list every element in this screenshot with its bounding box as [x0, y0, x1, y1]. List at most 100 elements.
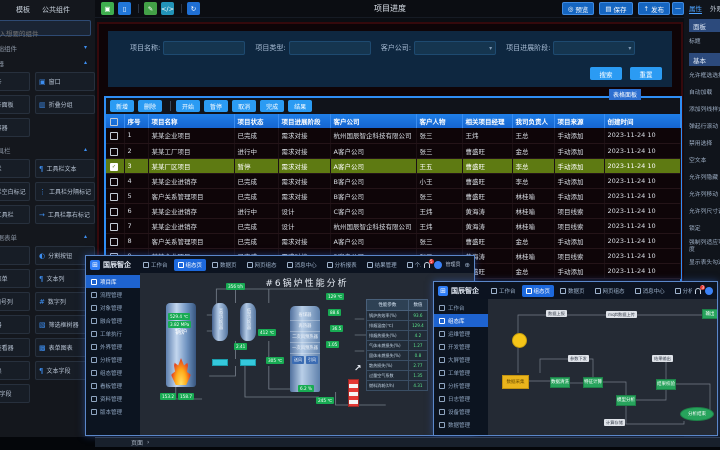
- bell-icon[interactable]: 5: [424, 262, 430, 268]
- menu-item[interactable]: 数据页: [556, 285, 589, 297]
- table-row[interactable]: 5 客户关系管理项目 已完成 需求对接 B客户公司 张三 曹盛旺 林桂喻 手动添…: [106, 188, 680, 203]
- table-toolbar-button[interactable]: 结果: [288, 100, 312, 112]
- component-item[interactable]: ¶ 文本域字段: [0, 384, 30, 403]
- table-row[interactable]: 4 某某企业进销存 已完成 需求对接 B客户公司 小王 曹盛旺 李总 手动添加 …: [106, 173, 680, 188]
- sidebar-item[interactable]: 版本管理: [86, 405, 140, 418]
- component-item[interactable]: ▥ 字段集: [0, 361, 30, 380]
- component-item[interactable]: ▦ 卡片容器: [0, 118, 30, 137]
- sidebar-item[interactable]: 数据管理: [434, 418, 488, 431]
- sidebar-item[interactable]: 工单管理: [434, 366, 488, 379]
- toolbar-icon[interactable]: </>: [161, 2, 174, 15]
- sidebar-item[interactable]: 日志管理: [434, 392, 488, 405]
- column-header[interactable]: 我司负责人: [512, 114, 554, 128]
- breadcrumb[interactable]: 页面: [131, 438, 143, 447]
- tab-public-components[interactable]: 公共组件: [42, 5, 70, 15]
- column-header[interactable]: 相关项目经理: [462, 114, 512, 128]
- flow-node[interactable]: 分析结束: [680, 407, 714, 421]
- component-item[interactable]: ◉ 按钮: [0, 246, 30, 265]
- row-checkbox[interactable]: [106, 233, 124, 248]
- flow-node[interactable]: 数据采集: [502, 375, 529, 389]
- sidebar-item[interactable]: 大屏管理: [434, 353, 488, 366]
- desuperheater-right[interactable]: [240, 359, 256, 366]
- sidebar-item[interactable]: 资产管理: [434, 431, 488, 435]
- menu-item[interactable]: 网页组态: [243, 259, 281, 271]
- flow-node[interactable]: 特征计算: [583, 377, 603, 388]
- table-toolbar-button[interactable]: 暂停: [204, 100, 228, 112]
- table-toolbar-button[interactable]: 完成: [260, 100, 284, 112]
- component-item[interactable]: ▦ 树容器: [0, 315, 30, 334]
- flow-node[interactable]: [512, 333, 527, 348]
- column-header[interactable]: 客户人物: [416, 114, 462, 128]
- row-checkbox[interactable]: [106, 143, 124, 158]
- group-header-form[interactable]: 数据表单 ▴: [0, 229, 93, 244]
- column-header[interactable]: 项目来源: [554, 114, 604, 128]
- flow-node[interactable]: 输出: [702, 309, 717, 319]
- row-checkbox[interactable]: [106, 128, 124, 143]
- sidebar-item[interactable]: 组态库: [434, 314, 488, 327]
- toolbar-icon[interactable]: ▯: [118, 2, 131, 15]
- menu-item[interactable]: 组态页: [522, 285, 555, 297]
- sidebar-item[interactable]: 流程管理: [86, 288, 140, 301]
- sidebar-item[interactable]: 融合管理: [86, 314, 140, 327]
- reset-button[interactable]: 重置: [630, 67, 662, 80]
- group-header-toolbar[interactable]: 工具栏 ▴: [0, 142, 93, 157]
- flowchart-window[interactable]: ⊞ 国辰智企 工作台组态页数据页网页组态消息中心分析报表结果管理个人中心 3 工…: [433, 281, 718, 436]
- action-button[interactable]: ◎ 预览: [562, 2, 595, 15]
- toolbar-icon[interactable]: ✎: [144, 2, 157, 15]
- sidebar-item[interactable]: 工单执行: [86, 327, 140, 340]
- table-row[interactable]: 7 某某企业进销存 已完成 设计 杭州国辰智企科技有限公司 王炜 黄海涛 林桂喻…: [106, 218, 680, 233]
- row-checkbox[interactable]: [106, 203, 124, 218]
- action-button[interactable]: ↑ 发布: [638, 2, 670, 15]
- sidebar-item[interactable]: 开发管理: [434, 340, 488, 353]
- row-checkbox[interactable]: [106, 173, 124, 188]
- menu-item[interactable]: 消息中心: [283, 259, 321, 271]
- menu-item[interactable]: 个人中心: [403, 259, 421, 271]
- flow-node[interactable]: 数据清洗: [550, 377, 570, 388]
- sidebar-item[interactable]: 组态管理: [86, 366, 140, 379]
- sidebar-item[interactable]: 项目库: [86, 275, 140, 288]
- component-item[interactable]: ▤ 下拉菜单: [0, 269, 30, 288]
- sidebar-item[interactable]: 运维管理: [434, 327, 488, 340]
- component-item[interactable]: ⋮ 工具栏分隔标记: [35, 182, 95, 201]
- superheater-high[interactable]: 高温过热器: [212, 303, 228, 341]
- sidebar-item[interactable]: 分析管理: [434, 379, 488, 392]
- row-checkbox[interactable]: [106, 158, 124, 173]
- sidebar-item[interactable]: 设备管理: [434, 405, 488, 418]
- menu-item[interactable]: 结果管理: [363, 259, 401, 271]
- row-checkbox[interactable]: [106, 188, 124, 203]
- project-type-input[interactable]: [289, 41, 371, 55]
- superheater-low[interactable]: 低温过热器: [240, 303, 256, 341]
- column-header[interactable]: 客户公司: [330, 114, 416, 128]
- flow-node[interactable]: 模型分析: [616, 395, 636, 406]
- search-button[interactable]: 搜索: [590, 67, 622, 80]
- properties-tab[interactable]: 外观: [710, 3, 720, 13]
- menu-item[interactable]: 组态页: [174, 259, 207, 271]
- sidebar-item[interactable]: 资料管理: [86, 392, 140, 405]
- tab-template[interactable]: 模板: [16, 5, 30, 15]
- toolbar-icon[interactable]: ↻: [187, 2, 200, 15]
- column-header[interactable]: 创建时间: [604, 114, 680, 128]
- table-row[interactable]: 3 某某厂区项目 暂停 需求对接 A客户公司 王五 曹盛旺 李总 手动添加 20…: [106, 158, 680, 173]
- component-item[interactable]: ▢ 选项卡: [0, 72, 30, 91]
- component-item[interactable]: ¶ 工具栏文本: [35, 159, 95, 178]
- component-search-input[interactable]: [0, 27, 90, 41]
- table-toolbar-button[interactable]: 删除: [138, 100, 162, 112]
- flow-node[interactable]: 结果校验: [656, 379, 676, 390]
- table-toolbar-button[interactable]: 取消: [232, 100, 256, 112]
- component-item[interactable]: ▣ 窗口: [35, 72, 95, 91]
- sidebar-item[interactable]: 对象管理: [86, 301, 140, 314]
- table-row[interactable]: 6 某某企业进销存 进行中 设计 C客户公司 王炜 黄海涛 林桂喻 项目线索 2…: [106, 203, 680, 218]
- sidebar-item[interactable]: 看板管理: [86, 379, 140, 392]
- progress-stage-select[interactable]: ▾: [553, 41, 635, 55]
- table-row[interactable]: 8 客户关系管理项目 已完成 需求对接 A客户公司 张三 曹盛旺 金总 手动添加…: [106, 233, 680, 248]
- bell-icon[interactable]: 3: [695, 288, 701, 294]
- component-item[interactable]: ▤ 选项卡面板: [0, 95, 30, 114]
- customer-company-select[interactable]: ▾: [414, 41, 496, 55]
- sidebar-item[interactable]: 分析管理: [86, 353, 140, 366]
- column-header[interactable]: 项目状态: [234, 114, 278, 128]
- table-toolbar-button[interactable]: 新增: [110, 100, 134, 112]
- column-header[interactable]: [106, 114, 124, 128]
- table-row[interactable]: 2 某某工厂项目 进行中 需求对接 A客户公司 张三 曹盛旺 金总 手动添加 2…: [106, 143, 680, 158]
- component-item[interactable]: ▨ 图片查看器: [0, 338, 30, 357]
- boiler-window[interactable]: ⊞ 国辰智企 工作台组态页数据页网页组态消息中心分析报表结果管理个人中心 5 管…: [85, 255, 475, 436]
